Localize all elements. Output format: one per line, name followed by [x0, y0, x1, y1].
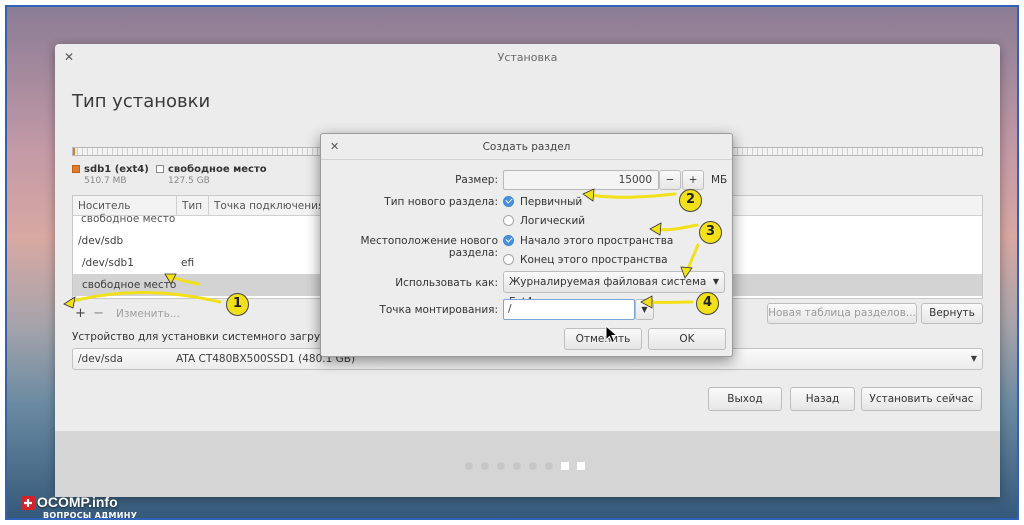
arrow-lines — [67, 192, 700, 304]
annotation-4: 4 — [696, 292, 719, 315]
mouse-cursor-icon — [605, 325, 619, 344]
annotation-1: 1 — [226, 293, 249, 316]
annotation-3: 3 — [699, 221, 722, 244]
watermark-title: OCOMP.info — [37, 494, 118, 510]
arrowheads — [63, 188, 693, 309]
annotation-2: 2 — [679, 189, 702, 212]
annotation-arrows — [63, 188, 700, 309]
watermark-subtitle: ВОПРОСЫ АДМИНУ — [43, 511, 138, 520]
screenshot-frame: ✕ Установка Тип установки sdb1 (ext4) 51… — [5, 5, 1019, 520]
plus-badge-icon — [21, 496, 35, 510]
